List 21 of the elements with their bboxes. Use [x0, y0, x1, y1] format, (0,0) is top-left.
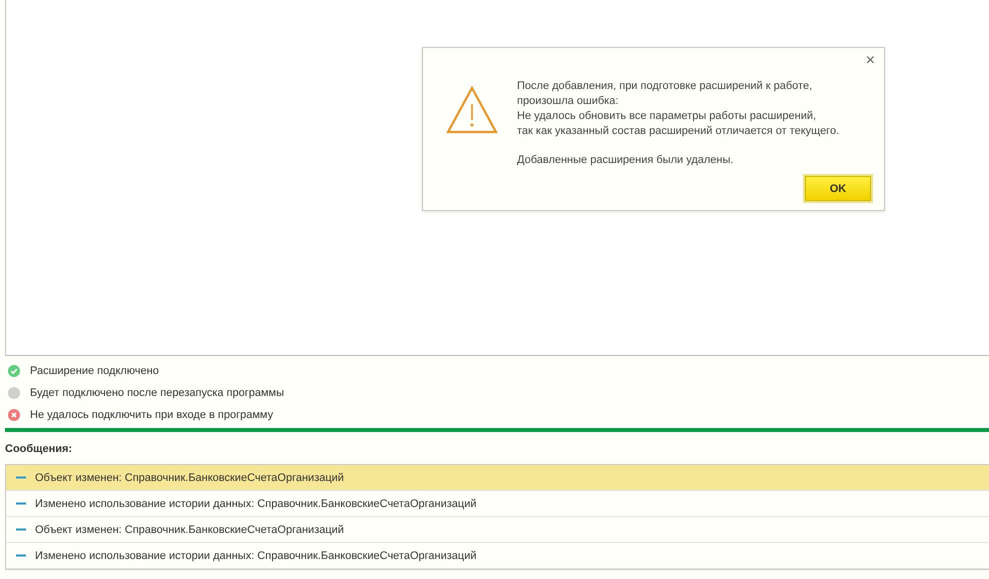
- ok-button[interactable]: OK: [805, 176, 871, 201]
- message-text: Добавленные расширения были удалены.: [517, 153, 734, 168]
- legend-label: Будет подключено после перезапуска программы: [30, 387, 284, 399]
- dash-icon: [16, 476, 26, 479]
- message-text: Объект изменен: Справочник.БанковскиеСчетаОрганизаций: [35, 524, 344, 536]
- legend-label: Не удалось подключить при входе в программу: [30, 409, 274, 421]
- dash-icon: [16, 502, 26, 505]
- circle-icon: [8, 387, 20, 399]
- message-row[interactable]: Объект изменен: Справочник.БанковскиеСчетаОрганизаций: [6, 465, 989, 491]
- message-text: Изменено использование истории данных: Справочник.БанковскиеСчетаОрганизаций: [35, 550, 476, 562]
- warning-icon: [445, 85, 499, 135]
- error-icon: [8, 409, 20, 421]
- close-button[interactable]: ×: [864, 53, 877, 69]
- dash-icon: [16, 528, 26, 531]
- message-text: Изменено использование истории данных: Справочник.БанковскиеСчетаОрганизаций: [35, 498, 476, 510]
- dash-icon: [16, 554, 26, 557]
- check-icon: [8, 365, 20, 377]
- message-text: Объект изменен: Справочник.БанковскиеСчетаОрганизаций: [35, 472, 344, 484]
- legend-label: Расширение подключено: [30, 365, 159, 377]
- message-text: После добавления, при подготовке расширений к работе, произошла ошибка: Не удалось обновить все параметры работы расширений, так как указанный состав расширений отличается от текущего.: [517, 79, 840, 139]
- messages-heading: Сообщения:: [4, 442, 74, 457]
